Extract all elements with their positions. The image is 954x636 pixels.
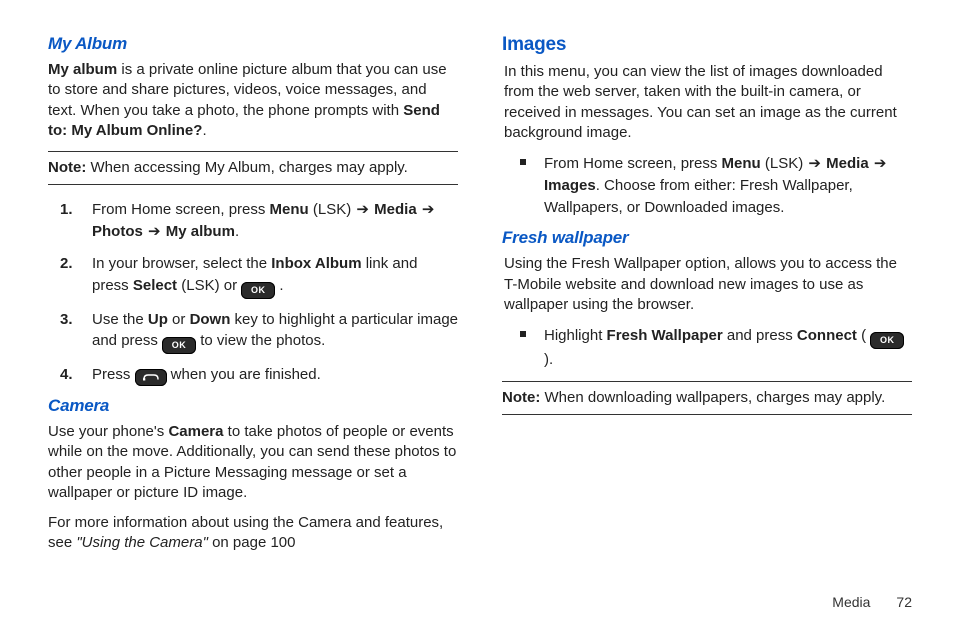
text: Select: [133, 277, 177, 294]
text: Use the: [92, 311, 148, 328]
arrow-icon: ➔: [807, 153, 822, 175]
text: when you are finished.: [167, 366, 321, 383]
text: Highlight: [544, 327, 607, 344]
note-label: Note:: [48, 159, 86, 176]
text: From Home screen, press: [544, 155, 722, 172]
text: .: [275, 277, 283, 294]
fresh-wallpaper-bullets: Highlight Fresh Wallpaper and press Conn…: [502, 325, 912, 371]
note-text: When accessing My Album, charges may app…: [86, 159, 408, 176]
text: Images: [544, 177, 596, 194]
heading-images: Images: [502, 34, 912, 56]
ok-key-icon: OK: [162, 337, 196, 354]
ok-key-icon: OK: [241, 282, 275, 299]
text: Connect: [797, 327, 857, 344]
step-4: 4. Press when you are finished.: [92, 364, 458, 386]
arrow-icon: ➔: [873, 153, 888, 175]
text: or: [168, 311, 190, 328]
footer-section: Media: [832, 594, 870, 610]
camera-more-info: For more information about using the Cam…: [48, 513, 458, 554]
note-my-album: Note: When accessing My Album, charges m…: [48, 151, 458, 185]
text: and press: [723, 327, 797, 344]
text: My album: [48, 61, 117, 78]
text: on page 100: [208, 534, 296, 551]
step-2: 2. In your browser, select the Inbox Alb…: [92, 253, 458, 299]
text: .: [235, 223, 239, 240]
note-fresh-wallpaper: Note: When downloading wallpapers, charg…: [502, 381, 912, 415]
camera-description: Use your phone's Camera to take photos o…: [48, 422, 458, 503]
text: From Home screen, press: [92, 201, 270, 218]
text: .: [202, 122, 206, 139]
heading-fresh-wallpaper: Fresh wallpaper: [502, 228, 912, 248]
text: Press: [92, 366, 135, 383]
text: In your browser, select the: [92, 255, 271, 272]
list-item: From Home screen, press Menu (LSK) ➔ Med…: [544, 153, 912, 218]
ok-key-icon: OK: [870, 332, 904, 349]
text: ).: [544, 351, 553, 368]
text: Media: [370, 201, 421, 218]
images-description: In this menu, you can view the list of i…: [504, 62, 912, 143]
text: (: [857, 327, 870, 344]
arrow-icon: ➔: [147, 221, 162, 243]
list-item: Highlight Fresh Wallpaper and press Conn…: [544, 325, 912, 371]
text: Down: [190, 311, 231, 328]
text: (LSK): [309, 201, 356, 218]
my-album-steps: 1. From Home screen, press Menu (LSK) ➔ …: [48, 199, 458, 386]
text: Menu: [722, 155, 761, 172]
step-number: 4.: [60, 364, 73, 386]
right-column: Images In this menu, you can view the li…: [480, 34, 912, 588]
step-1: 1. From Home screen, press Menu (LSK) ➔ …: [92, 199, 458, 243]
text: Media: [822, 155, 873, 172]
arrow-icon: ➔: [421, 199, 436, 221]
fresh-wallpaper-description: Using the Fresh Wallpaper option, allows…: [504, 254, 912, 315]
step-3: 3. Use the Up or Down key to highlight a…: [92, 309, 458, 355]
text: Photos: [92, 223, 147, 240]
page-footer: Media 72: [48, 588, 912, 610]
note-label: Note:: [502, 389, 540, 406]
arrow-icon: ➔: [355, 199, 370, 221]
heading-my-album: My Album: [48, 34, 458, 54]
text: (LSK): [761, 155, 808, 172]
columns: My Album My album is a private online pi…: [48, 34, 912, 588]
heading-camera: Camera: [48, 396, 458, 416]
text: Up: [148, 311, 168, 328]
step-number: 1.: [60, 199, 73, 221]
text: Menu: [270, 201, 309, 218]
footer-page-number: 72: [896, 594, 912, 610]
left-column: My Album My album is a private online pi…: [48, 34, 480, 588]
my-album-description: My album is a private online picture alb…: [48, 60, 458, 141]
manual-page: My Album My album is a private online pi…: [0, 0, 954, 636]
images-bullets: From Home screen, press Menu (LSK) ➔ Med…: [502, 153, 912, 218]
step-number: 3.: [60, 309, 73, 331]
note-text: When downloading wallpapers, charges may…: [540, 389, 885, 406]
text: to view the photos.: [196, 332, 325, 349]
text: (LSK) or: [177, 277, 241, 294]
text: Use your phone's: [48, 423, 168, 440]
text: Fresh Wallpaper: [607, 327, 723, 344]
text: My album: [162, 223, 235, 240]
text: Inbox Album: [271, 255, 361, 272]
cross-reference: "Using the Camera": [76, 534, 208, 551]
end-key-icon: [135, 369, 167, 386]
step-number: 2.: [60, 253, 73, 275]
text: Camera: [168, 423, 223, 440]
